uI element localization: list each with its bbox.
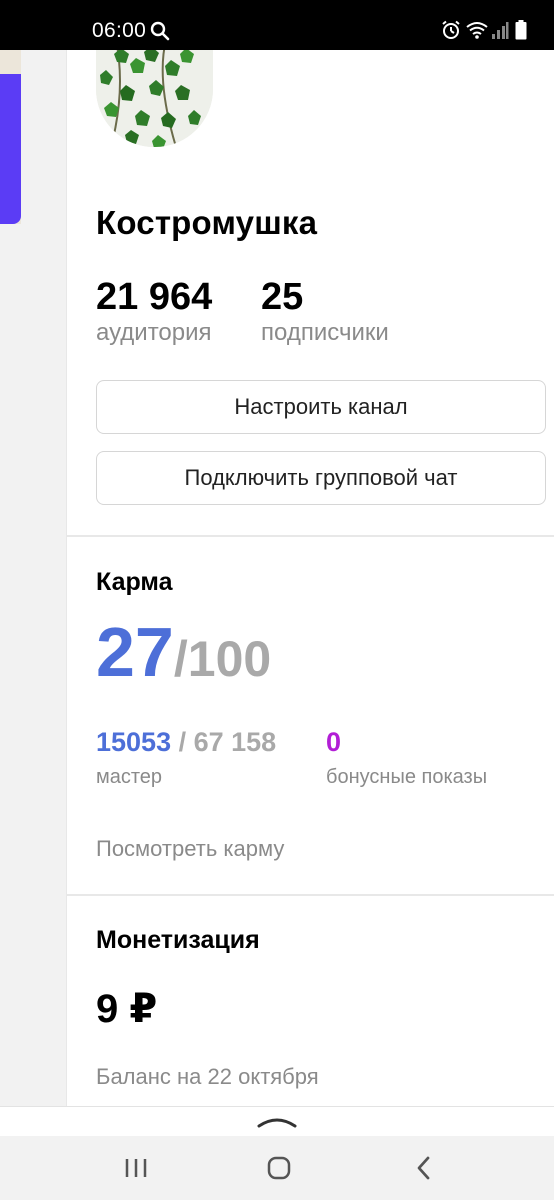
master-total: / 67 158 [171,727,277,757]
master-value: 15053 [96,727,172,757]
system-nav-bar [0,1136,554,1200]
search-icon [150,21,170,46]
section-divider [67,535,554,537]
audience-label: аудитория [96,319,212,346]
home-icon[interactable] [266,1155,292,1186]
bonus-value: 0 [326,727,342,757]
balance-label: Баланс на 22 октября [96,1064,319,1089]
monetization-amount: 9 ₽ [96,987,158,1031]
karma-score: 27/100 [96,617,271,707]
master-label: мастер [96,766,163,788]
status-time: 06:00 [92,19,147,42]
signal-icon [491,20,509,45]
back-icon[interactable] [414,1155,434,1186]
karma-value: 27 [96,613,174,691]
previous-card-banner [0,74,21,224]
monetization-title: Монетизация [96,926,260,954]
previous-card-peek[interactable] [0,50,21,224]
subscribers-value: 25 [261,276,304,318]
bonus-stat: 0 бонусные показы [326,726,487,792]
view-karma-link[interactable]: Посмотреть карму [96,836,284,862]
configure-channel-button[interactable]: Настроить канал [96,380,546,434]
karma-max: /100 [173,631,272,687]
channel-card: Костромушка 21 964 аудитория 25 подписчи… [66,40,554,1106]
channel-name: Костромушка [96,204,318,241]
recent-apps-icon[interactable] [124,1156,148,1185]
bonus-label: бонусные показы [326,766,488,788]
alarm-icon [441,20,461,45]
wifi-icon [465,20,489,45]
chevron-up-icon[interactable] [257,1115,297,1129]
battery-icon [515,20,527,45]
channel-avatar[interactable] [96,40,213,147]
status-bar: 06:00 [0,0,554,50]
connect-group-chat-button[interactable]: Подключить групповой чат [96,451,546,505]
audience-stat: 21 964 аудитория [96,276,212,348]
master-stat: 15053 / 67 158 мастер [96,726,276,792]
audience-value: 21 964 [96,276,213,318]
avatar-image [96,40,213,147]
subscribers-stat[interactable]: 25 подписчики [261,276,389,348]
karma-title: Карма [96,568,173,596]
bottom-sheet-handle[interactable] [0,1106,554,1137]
subscribers-label: подписчики [261,319,389,346]
section-divider [67,894,554,896]
